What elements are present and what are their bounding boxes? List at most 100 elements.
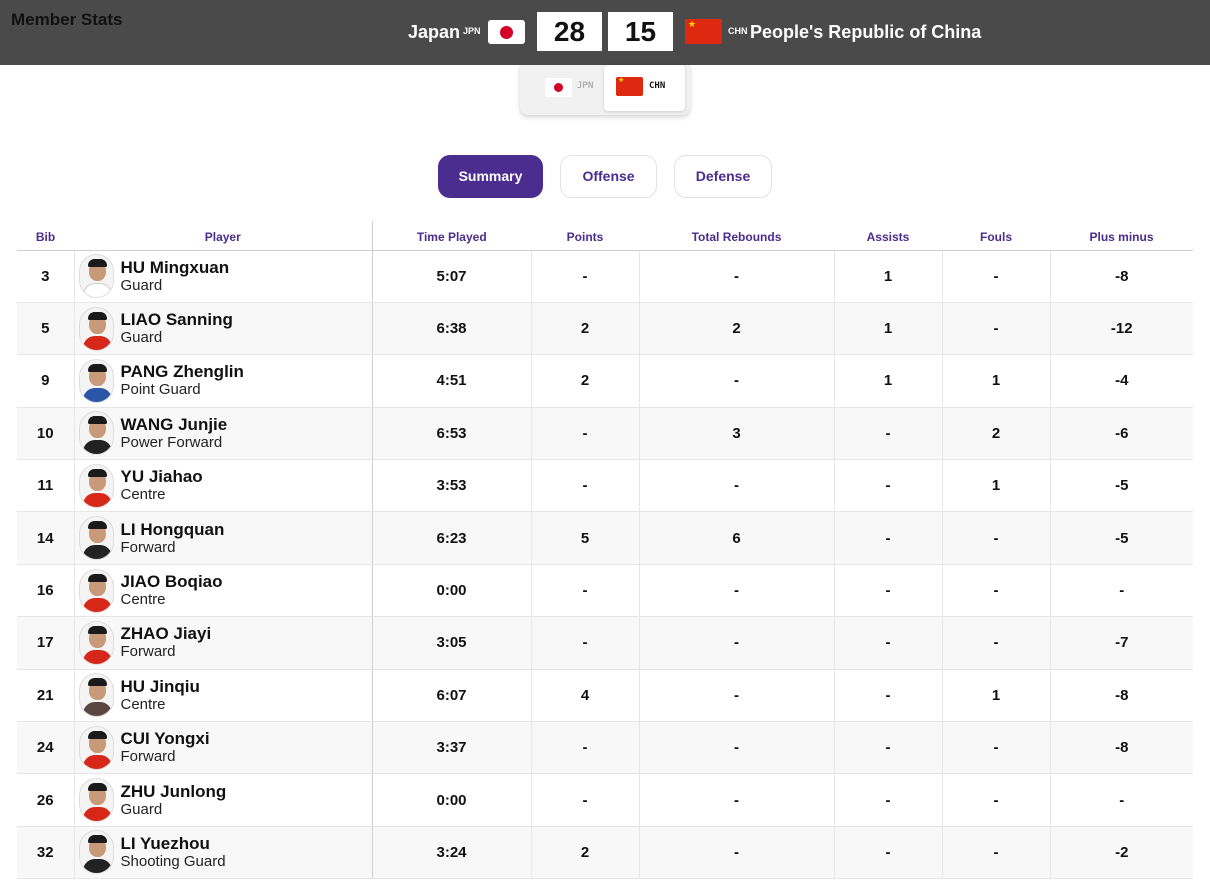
player-name[interactable]: LI Hongquan [121,520,225,539]
player-name[interactable]: JIAO Boqiao [121,573,223,591]
column-header-plus-minus[interactable]: Plus minus [1050,221,1193,251]
avatar-hair [87,311,107,320]
player-name[interactable]: LI Yuezhou [121,834,226,853]
player-name[interactable]: YU Jiahao [121,468,203,486]
player-cell[interactable]: ZHAO Jiayi Forward [74,616,373,670]
avatar-hair [87,730,107,739]
points-cell: - [531,459,640,513]
bib-cell: 16 [17,564,75,618]
column-header-total-rebounds[interactable]: Total Rebounds [639,221,834,251]
column-header-fouls[interactable]: Fouls [942,221,1050,251]
player-cell[interactable]: YU Jiahao Centre [74,459,373,513]
rebounds-cell: - [639,826,835,880]
player-cell[interactable]: LIAO Sanning Guard [74,302,373,356]
rebounds-cell: - [639,616,835,670]
avatar-hair [87,573,107,582]
player-cell[interactable]: HU Mingxuan Guard [74,250,373,303]
player-info: LI Yuezhou Shooting Guard [78,830,372,875]
table-row[interactable]: 9 PANG Zhenglin Point Guard 4:51 2-1 1 -4 [17,354,1193,408]
bib-cell: 10 [17,407,75,461]
table-row[interactable]: 26 ZHU Junlong Guard 0:00- - - - - [17,773,1193,827]
rebounds-cell: - [639,459,835,513]
player-text: LIAO Sanning Guard [120,311,233,347]
team-toggle: JPN CHN [520,65,690,115]
table-row[interactable]: 5 LIAO Sanning Guard 6:38 2 2 1- -12 [17,302,1193,356]
player-cell[interactable]: HU Jinqiu Centre [74,669,373,723]
bib-cell: 26 [17,773,75,827]
avatar-jersey [82,387,112,402]
plus-minus-cell: -8 [1050,721,1193,775]
player-position: Guard [120,276,163,294]
player-info: CUI Yongxi Forward [78,725,372,770]
tab-defense[interactable]: Defense [674,155,772,198]
team-toggle-jpn[interactable]: JPN [520,65,604,111]
player-avatar [78,306,114,351]
avatar-jersey [82,597,112,612]
player-position: Guard [120,329,163,347]
player-name[interactable]: HU Jinqiu [121,677,200,696]
team-toggle-chn[interactable]: CHN [604,65,685,111]
fouls-cell: 1 [942,354,1051,408]
china-flag-icon [616,77,643,96]
column-header-bib[interactable]: Bib [17,221,74,251]
player-avatar [78,778,114,823]
table-row[interactable]: 24 CUI Yongxi Forward 3:37- - - - -8 [17,721,1193,775]
player-info: ZHAO Jiayi Forward [78,620,372,665]
bib-cell: 5 [17,302,75,356]
player-name[interactable]: WANG Junjie [121,415,228,434]
avatar-jersey [82,335,112,350]
fouls-cell: - [942,721,1051,775]
column-header-player[interactable]: Player [74,221,373,251]
player-cell[interactable]: PANG Zhenglin Point Guard [74,354,373,408]
player-text: HU Jinqiu Centre [121,677,200,713]
player-position: Power Forward [120,433,223,451]
player-cell[interactable]: WANG Junjie Power Forward [74,407,373,461]
table-row[interactable]: 16 JIAO Boqiao Centre 0:00- - - - - [17,564,1193,618]
points-cell: - [531,616,640,670]
table-row[interactable]: 10 WANG Junjie Power Forward 6:53-3-2 -6 [17,407,1193,461]
player-name[interactable]: ZHAO Jiayi [121,625,212,643]
plus-minus-cell: -7 [1050,616,1193,670]
bib-cell: 3 [17,250,75,303]
avatar-hair [87,468,107,477]
player-name[interactable]: ZHU Junlong [121,782,227,801]
time-played-cell: 6:23 [372,511,532,565]
table-row[interactable]: 17 ZHAO Jiayi Forward 3:05- - - - -7 [17,616,1193,670]
column-header-assists[interactable]: Assists [834,221,942,251]
points-cell: 2 [531,302,640,356]
player-cell[interactable]: ZHU Junlong Guard [74,773,373,827]
assists-cell: - [834,773,943,827]
table-row[interactable]: 32 LI Yuezhou Shooting Guard 3:24 2- - - -2 [17,826,1193,880]
table-row[interactable]: 21 HU Jinqiu Centre 6:07 4- -1 -8 [17,669,1193,723]
table-row[interactable]: 14 LI Hongquan Forward 6:23 5 6- - -5 [17,511,1193,565]
player-text: HU Mingxuan Guard [120,258,230,294]
player-cell[interactable]: LI Yuezhou Shooting Guard [74,826,373,880]
team-toggle-chn-label: CHN [649,81,666,91]
tab-offense[interactable]: Offense [560,155,657,198]
player-cell[interactable]: LI Hongquan Forward [74,511,373,565]
column-header-time-played[interactable]: Time Played [372,221,531,251]
fouls-cell: - [942,773,1051,827]
player-cell[interactable]: CUI Yongxi Forward [74,721,373,775]
player-name[interactable]: HU Mingxuan [121,258,230,277]
player-info: LI Hongquan Forward [78,516,372,561]
points-cell: 2 [531,354,640,408]
rebounds-cell: - [639,250,835,303]
rebounds-cell: - [639,721,835,775]
player-name[interactable]: CUI Yongxi [121,730,210,748]
avatar-jersey [82,807,112,822]
table-row[interactable]: 3 HU Mingxuan Guard 5:07- -1- -8 [17,250,1193,303]
column-header-points[interactable]: Points [531,221,639,251]
fouls-cell: - [942,511,1051,565]
points-cell: 4 [531,669,640,723]
avatar-jersey [82,545,112,560]
player-text: LI Hongquan Forward [121,520,225,556]
plus-minus-cell: -4 [1050,354,1193,408]
tab-summary[interactable]: Summary [438,155,543,198]
player-cell[interactable]: JIAO Boqiao Centre [74,564,373,618]
player-name[interactable]: PANG Zhenglin [121,363,244,381]
player-name[interactable]: LIAO Sanning [121,311,233,329]
player-avatar [78,673,114,718]
table-row[interactable]: 11 YU Jiahao Centre 3:53- - -1 -5 [17,459,1193,513]
fouls-cell: 1 [942,459,1051,513]
